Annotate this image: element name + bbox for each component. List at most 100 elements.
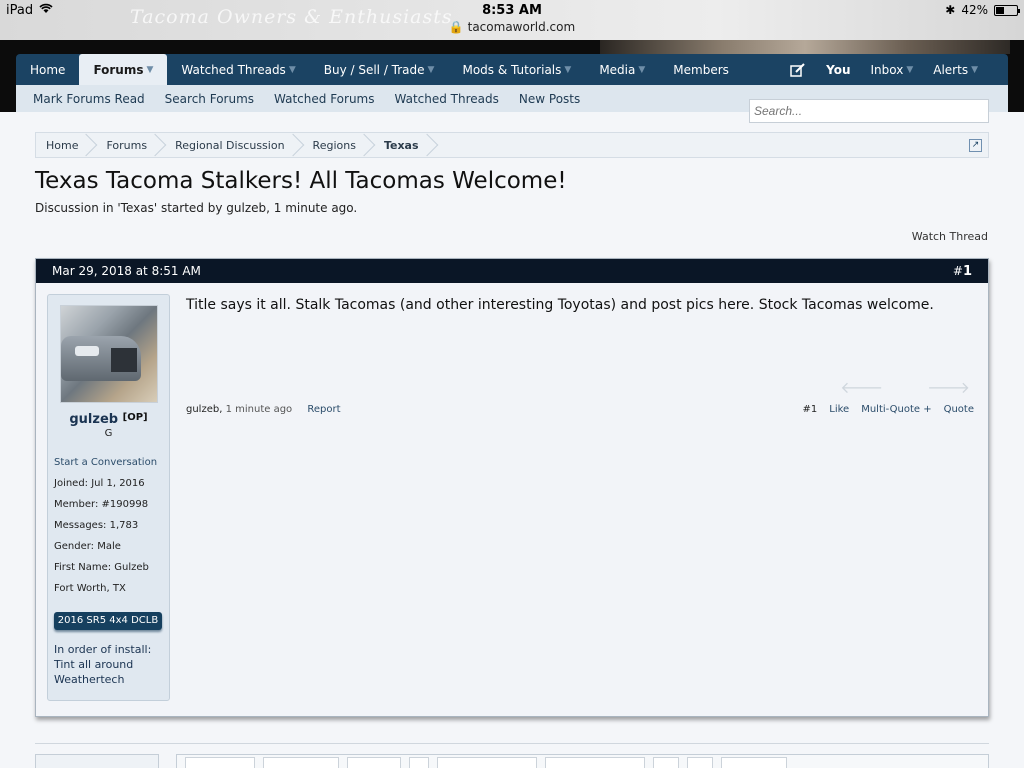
divider bbox=[35, 743, 989, 744]
battery-icon bbox=[994, 4, 1020, 16]
nav-tab-buy-sell-trade[interactable]: Buy / Sell / Trade ▼ bbox=[310, 54, 449, 85]
chevron-down-icon: ▼ bbox=[971, 64, 978, 75]
report-link[interactable]: Report bbox=[307, 404, 340, 415]
nav-tab-forums[interactable]: Forums ▼ bbox=[79, 54, 168, 85]
user-stat: Messages: 1,783 bbox=[54, 520, 139, 531]
chevron-down-icon[interactable]: ▼ bbox=[147, 65, 154, 75]
chevron-down-icon[interactable]: ▼ bbox=[638, 65, 645, 75]
nav-tab-label: Watched Threads bbox=[181, 62, 286, 77]
breadcrumb-item[interactable]: Forums bbox=[96, 133, 165, 157]
signature-line: Weathertech bbox=[54, 673, 125, 686]
nav-tab-members[interactable]: Members bbox=[659, 54, 743, 85]
thread-title: Texas Tacoma Stalkers! All Tacomas Welco… bbox=[35, 168, 567, 194]
nav-tab-label: Forums bbox=[93, 62, 144, 77]
nav-alerts[interactable]: Alerts ▼ bbox=[923, 63, 1008, 77]
nav-alerts-label: Alerts bbox=[933, 62, 969, 77]
lock-icon: 🔒 bbox=[448, 20, 464, 34]
post-time[interactable]: 1 minute ago bbox=[226, 404, 293, 415]
multiquote-button[interactable]: Multi-Quote + bbox=[861, 404, 931, 415]
nav-tab-label: Home bbox=[30, 62, 66, 77]
nav-tab-mods-tutorials[interactable]: Mods & Tutorials ▼ bbox=[448, 54, 585, 85]
post-number-prefix: # bbox=[952, 263, 963, 278]
nav-tab-label: Mods & Tutorials bbox=[462, 62, 562, 77]
post-date: Mar 29, 2018 at 8:51 AM bbox=[52, 264, 201, 278]
clock: 8:53 AM bbox=[482, 3, 542, 18]
nav-tab-label: Buy / Sell / Trade bbox=[323, 62, 425, 77]
address-bar[interactable]: 🔒 tacomaworld.com bbox=[0, 20, 1024, 34]
subnav-watched-threads[interactable]: Watched Threads bbox=[395, 92, 499, 106]
username-text: gulzeb bbox=[69, 412, 119, 427]
editor-media-button[interactable] bbox=[653, 757, 679, 768]
breadcrumb-item[interactable]: Texas bbox=[374, 133, 437, 157]
post-message: Title says it all. Stalk Tacomas (and ot… bbox=[186, 297, 934, 313]
user-title: G bbox=[104, 428, 113, 439]
battery-level bbox=[996, 6, 1005, 14]
battery-percent: 42% bbox=[961, 3, 988, 17]
bluetooth-icon: ✱ bbox=[945, 3, 956, 17]
truck-badge[interactable]: 2016 SR5 4x4 DCLB bbox=[54, 612, 162, 630]
jump-to-icon[interactable]: ↗ bbox=[969, 138, 982, 152]
post-nav-arrows: 🡐 🡒 bbox=[840, 377, 970, 397]
ios-status-bar: Tacoma Owners & Enthusiasts iPad 8:53 AM… bbox=[0, 0, 1024, 40]
nav-tab-label: Members bbox=[673, 62, 729, 77]
editor-code-button[interactable] bbox=[687, 757, 713, 768]
editor-insert-group[interactable] bbox=[545, 757, 645, 768]
nav-tab-label: Media bbox=[599, 62, 636, 77]
editor-align-button[interactable] bbox=[409, 757, 429, 768]
nav-user-area: You Inbox ▼ Alerts ▼ bbox=[780, 54, 1008, 85]
subnav-mark-forums-read[interactable]: Mark Forums Read bbox=[33, 92, 145, 106]
user-stat: Joined: Jul 1, 2016 bbox=[54, 478, 145, 489]
post-permalink[interactable]: #1 bbox=[953, 264, 972, 279]
subnav-new-posts[interactable]: New Posts bbox=[519, 92, 580, 106]
thread-description: Discussion in 'Texas' started by gulzeb,… bbox=[35, 201, 358, 215]
start-conversation-link[interactable]: Start a Conversation bbox=[54, 457, 157, 468]
nav-inbox-label: Inbox bbox=[870, 62, 904, 77]
breadcrumb-item[interactable]: Regions bbox=[303, 133, 374, 157]
nav-inbox[interactable]: Inbox ▼ bbox=[860, 63, 923, 77]
avatar[interactable] bbox=[60, 305, 158, 403]
nav-tab-home[interactable]: Home bbox=[16, 54, 79, 85]
breadcrumb: Home Forums Regional Discussion Regions Texa… bbox=[35, 132, 989, 158]
editor-toolbar bbox=[176, 754, 989, 768]
compose-icon[interactable] bbox=[780, 62, 816, 77]
signature-line: Tint all around bbox=[54, 658, 134, 671]
nav-you[interactable]: You bbox=[816, 63, 860, 77]
post-header: Mar 29, 2018 at 8:51 AM #1 bbox=[36, 259, 988, 283]
signature-line: In order of install: bbox=[54, 643, 152, 656]
status-right: ✱ 42% bbox=[945, 3, 1020, 17]
post-author-link[interactable]: gulzeb bbox=[186, 404, 219, 415]
breadcrumb-item[interactable]: Regional Discussion bbox=[165, 133, 302, 157]
user-signature: In order of install: Tint all around Weath… bbox=[54, 642, 151, 687]
chevron-down-icon[interactable]: ▼ bbox=[428, 65, 435, 75]
user-stat: First Name: Gulzeb bbox=[54, 562, 149, 573]
quote-button[interactable]: Quote bbox=[944, 404, 974, 415]
subnav-watched-forums[interactable]: Watched Forums bbox=[274, 92, 374, 106]
arrow-left-icon[interactable]: 🡐 bbox=[840, 377, 883, 397]
user-stat: Member: #190998 bbox=[54, 499, 149, 510]
username[interactable]: gulzeb [OP] bbox=[48, 412, 169, 427]
op-tag: [OP] bbox=[122, 412, 148, 423]
editor-list-group[interactable] bbox=[437, 757, 537, 768]
like-button[interactable]: Like bbox=[829, 404, 849, 415]
watch-thread-link[interactable]: Watch Thread bbox=[912, 230, 988, 243]
post-ref[interactable]: #1 bbox=[803, 404, 818, 415]
main-navigation: Home Forums ▼ Watched Threads ▼ Buy / Sell / … bbox=[16, 54, 1008, 85]
subnav-search-forums[interactable]: Search Forums bbox=[165, 92, 254, 106]
nav-tab-media[interactable]: Media ▼ bbox=[585, 54, 659, 85]
nav-tabs: Home Forums ▼ Watched Threads ▼ Buy / Sell / … bbox=[16, 54, 743, 85]
post-footer-left: gulzeb, 1 minute ago Report bbox=[186, 404, 341, 415]
avatar-headlight bbox=[75, 346, 99, 356]
nav-tab-watched-threads[interactable]: Watched Threads ▼ bbox=[167, 54, 309, 85]
search-input[interactable] bbox=[749, 99, 989, 123]
breadcrumb-item[interactable]: Home bbox=[36, 133, 96, 157]
chevron-down-icon[interactable]: ▼ bbox=[564, 65, 571, 75]
arrow-right-icon[interactable]: 🡒 bbox=[927, 377, 970, 397]
editor-more-button[interactable] bbox=[721, 757, 787, 768]
editor-format-group[interactable] bbox=[185, 757, 255, 768]
editor-size-group[interactable] bbox=[347, 757, 401, 768]
post: Mar 29, 2018 at 8:51 AM #1 gulzeb [OP] G… bbox=[35, 258, 989, 717]
post-footer-right: #1 Like Multi-Quote + Quote bbox=[803, 404, 974, 415]
reply-avatar-box bbox=[35, 754, 159, 768]
editor-font-group[interactable] bbox=[263, 757, 339, 768]
chevron-down-icon[interactable]: ▼ bbox=[289, 65, 296, 75]
